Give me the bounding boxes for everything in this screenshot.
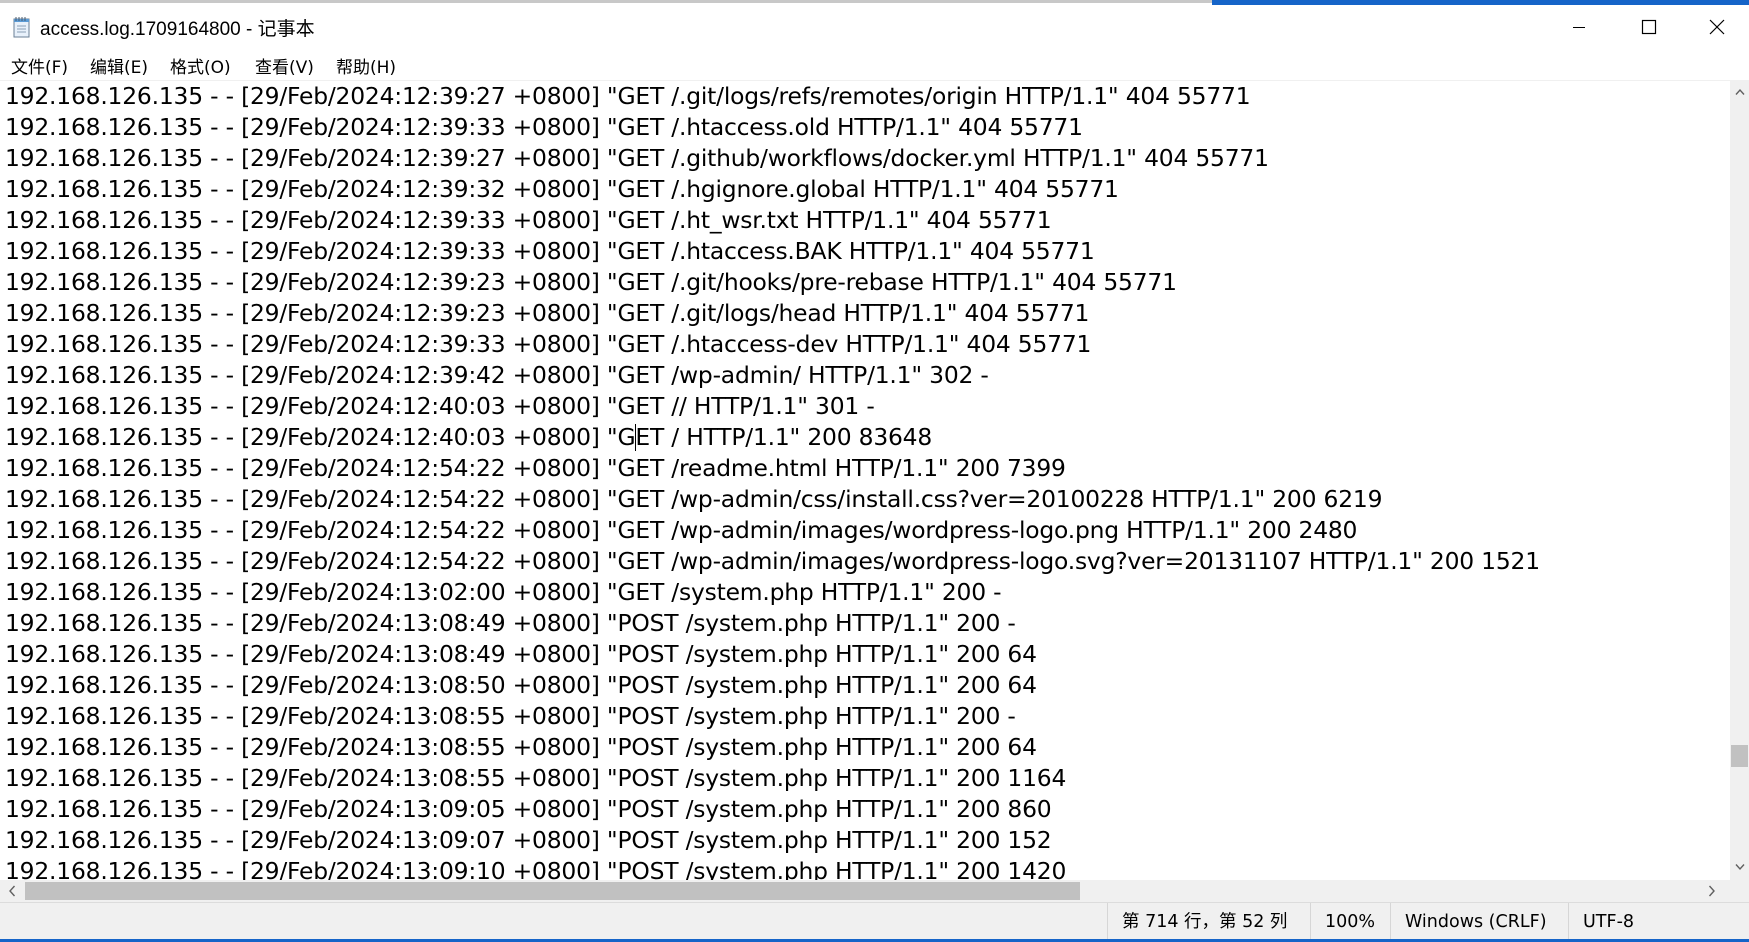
close-button[interactable]	[1684, 5, 1749, 49]
horizontal-scrollbar[interactable]	[0, 880, 1730, 902]
maximize-icon	[1641, 19, 1657, 35]
status-cursor-position: 第 714 行，第 52 列	[1107, 903, 1310, 942]
chevron-left-icon	[9, 885, 16, 897]
text-line: 192.168.126.135 - - [29/Feb/2024:12:39:2…	[5, 299, 1090, 327]
text-line: 192.168.126.135 - - [29/Feb/2024:12:39:2…	[5, 82, 1251, 110]
maximize-button[interactable]	[1614, 5, 1684, 49]
notepad-icon	[12, 16, 32, 38]
minimize-button[interactable]	[1544, 5, 1614, 49]
text-line: 192.168.126.135 - - [29/Feb/2024:12:39:3…	[5, 330, 1092, 358]
menu-view[interactable]: 查看(V)	[255, 52, 314, 79]
chevron-right-icon	[1708, 885, 1715, 897]
text-line: 192.168.126.135 - - [29/Feb/2024:12:39:3…	[5, 206, 1052, 234]
chevron-down-icon	[1734, 863, 1745, 870]
menu-bar: 文件(F) 编辑(E) 格式(O) 查看(V) 帮助(H)	[0, 49, 1749, 79]
text-line: 192.168.126.135 - - [29/Feb/2024:12:39:3…	[5, 175, 1119, 203]
text-line: 192.168.126.135 - - [29/Feb/2024:13:08:5…	[5, 671, 1037, 699]
text-caret	[635, 424, 637, 451]
menu-edit[interactable]: 编辑(E)	[90, 52, 148, 79]
scroll-right-button[interactable]	[1701, 880, 1723, 902]
text-line: 192.168.126.135 - - [29/Feb/2024:12:40:0…	[5, 423, 933, 451]
text-line: 192.168.126.135 - - [29/Feb/2024:13:09:0…	[5, 826, 1052, 854]
status-line-ending: Windows (CRLF)	[1390, 903, 1568, 942]
text-line: 192.168.126.135 - - [29/Feb/2024:12:39:3…	[5, 237, 1095, 265]
scroll-left-button[interactable]	[1, 880, 23, 902]
text-line: 192.168.126.135 - - [29/Feb/2024:12:54:2…	[5, 454, 1066, 482]
close-icon	[1709, 19, 1724, 35]
text-line: 192.168.126.135 - - [29/Feb/2024:13:09:1…	[5, 857, 1067, 881]
notepad-window: access.log.1709164800 - 记事本 文件(F) 编辑(E) …	[0, 0, 1749, 942]
title-bar[interactable]: access.log.1709164800 - 记事本	[0, 5, 1749, 49]
accent-bar-left	[0, 0, 1212, 3]
text-line: 192.168.126.135 - - [29/Feb/2024:13:08:4…	[5, 640, 1037, 668]
text-lines: 192.168.126.135 - - [29/Feb/2024:12:39:2…	[5, 81, 1725, 881]
window-title: access.log.1709164800 - 记事本	[40, 19, 315, 40]
text-editor-area[interactable]: 192.168.126.135 - - [29/Feb/2024:12:39:2…	[0, 80, 1730, 881]
scroll-up-button[interactable]	[1730, 82, 1749, 101]
text-line: 192.168.126.135 - - [29/Feb/2024:12:54:2…	[5, 516, 1358, 544]
menu-file[interactable]: 文件(F)	[11, 52, 68, 79]
text-line: 192.168.126.135 - - [29/Feb/2024:13:09:0…	[5, 795, 1052, 823]
text-line: 192.168.126.135 - - [29/Feb/2024:12:39:4…	[5, 361, 989, 389]
text-line: 192.168.126.135 - - [29/Feb/2024:13:02:0…	[5, 578, 1002, 606]
status-zoom: 100%	[1310, 903, 1390, 942]
text-line: 192.168.126.135 - - [29/Feb/2024:12:39:2…	[5, 144, 1269, 172]
chevron-up-icon	[1734, 88, 1745, 95]
status-encoding: UTF-8	[1568, 903, 1749, 942]
scroll-down-button[interactable]	[1730, 857, 1749, 876]
text-line: 192.168.126.135 - - [29/Feb/2024:12:54:2…	[5, 485, 1383, 513]
text-line: 192.168.126.135 - - [29/Feb/2024:13:08:4…	[5, 609, 1016, 637]
minimize-icon	[1573, 27, 1585, 28]
text-line: 192.168.126.135 - - [29/Feb/2024:13:08:5…	[5, 764, 1067, 792]
horizontal-scroll-thumb[interactable]	[25, 882, 1080, 900]
scrollbar-corner	[1730, 880, 1749, 902]
text-line: 192.168.126.135 - - [29/Feb/2024:12:54:2…	[5, 547, 1540, 575]
menu-format[interactable]: 格式(O)	[170, 52, 231, 79]
text-line: 192.168.126.135 - - [29/Feb/2024:13:08:5…	[5, 702, 1016, 730]
vertical-scrollbar[interactable]	[1730, 80, 1749, 880]
text-line: 192.168.126.135 - - [29/Feb/2024:12:39:3…	[5, 113, 1083, 141]
text-line: 192.168.126.135 - - [29/Feb/2024:12:40:0…	[5, 392, 875, 420]
status-bar: 第 714 行，第 52 列 100% Windows (CRLF) UTF-8	[0, 902, 1749, 942]
text-line: 192.168.126.135 - - [29/Feb/2024:13:08:5…	[5, 733, 1037, 761]
vertical-scroll-thumb[interactable]	[1731, 745, 1748, 768]
text-line: 192.168.126.135 - - [29/Feb/2024:12:39:2…	[5, 268, 1177, 296]
menu-help[interactable]: 帮助(H)	[336, 52, 396, 79]
